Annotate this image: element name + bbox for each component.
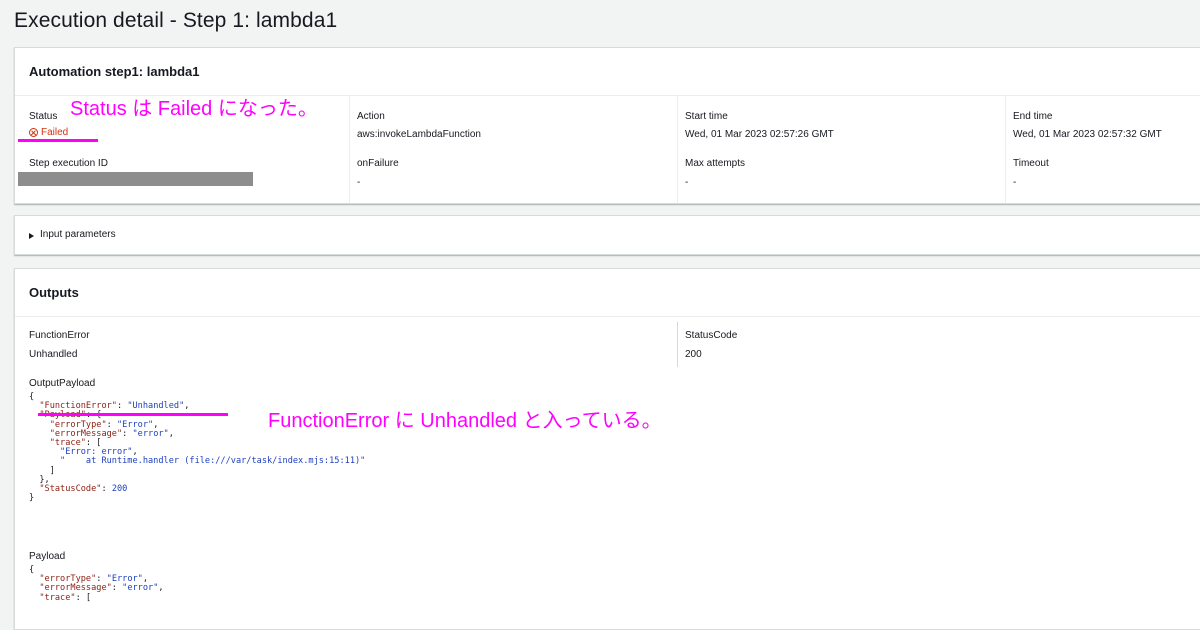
max-attempts-label: Max attempts [685, 158, 746, 169]
outputs-divider [677, 322, 678, 367]
max-attempts-value: - [685, 177, 689, 188]
input-parameters-toggle[interactable]: Input parameters [29, 219, 116, 250]
status-value: Failed [41, 127, 69, 138]
error-circle-icon [29, 128, 38, 137]
status-code-label: StatusCode [685, 330, 738, 341]
payload-line: "trace": [ [39, 592, 92, 603]
function-error-annotation-underline [38, 413, 228, 416]
step-execution-id-redacted [18, 172, 253, 186]
outputs-header: Outputs [15, 269, 1200, 317]
caret-right-icon [29, 233, 34, 239]
outputs-panel: Outputs FunctionError Unhandled StatusCo… [14, 268, 1200, 630]
input-parameters-panel: Input parameters [14, 215, 1200, 255]
payload-label: Payload [29, 551, 66, 562]
output-payload-line: } [29, 493, 35, 504]
on-failure-value: - [357, 177, 361, 188]
function-error-label: FunctionError [29, 330, 90, 341]
end-time-column: End time Wed, 01 Mar 2023 02:57:32 GMT T… [1005, 96, 1200, 203]
output-payload-label: OutputPayload [29, 378, 96, 389]
action-label: Action [357, 111, 385, 122]
status-label: Status [29, 111, 58, 122]
action-column: Action aws:invokeLambdaFunction onFailur… [349, 96, 678, 203]
action-value: aws:invokeLambdaFunction [357, 129, 481, 140]
output-payload-line: "StatusCode": 200 [39, 484, 128, 495]
on-failure-label: onFailure [357, 158, 399, 169]
payload-code: { "errorType": "Error", "errorMessage": … [29, 565, 164, 603]
step-details-panel: Automation step1: lambda1 Status Failed … [14, 47, 1200, 204]
status-code-value: 200 [685, 349, 702, 360]
start-time-value: Wed, 01 Mar 2023 02:57:26 GMT [685, 129, 834, 140]
output-payload-line: " at Runtime.handler (file:///var/task/i… [60, 456, 366, 467]
start-time-column: Start time Wed, 01 Mar 2023 02:57:26 GMT… [677, 96, 1006, 203]
function-error-annotation: FunctionError に Unhandled と入っている。 [268, 410, 662, 432]
end-time-label: End time [1013, 111, 1053, 122]
step-execution-id-label: Step execution ID [29, 158, 108, 169]
status-badge: Failed [29, 127, 68, 138]
step-details-header: Automation step1: lambda1 [15, 48, 1200, 96]
function-error-value: Unhandled [29, 349, 78, 360]
input-parameters-label: Input parameters [40, 229, 116, 240]
page-title: Execution detail - Step 1: lambda1 [14, 9, 338, 32]
end-time-value: Wed, 01 Mar 2023 02:57:32 GMT [1013, 129, 1162, 140]
timeout-value: - [1013, 177, 1017, 188]
status-annotation-underline [18, 139, 98, 142]
status-annotation: Status は Failed になった。 [70, 98, 318, 120]
timeout-label: Timeout [1013, 158, 1049, 169]
start-time-label: Start time [685, 111, 728, 122]
